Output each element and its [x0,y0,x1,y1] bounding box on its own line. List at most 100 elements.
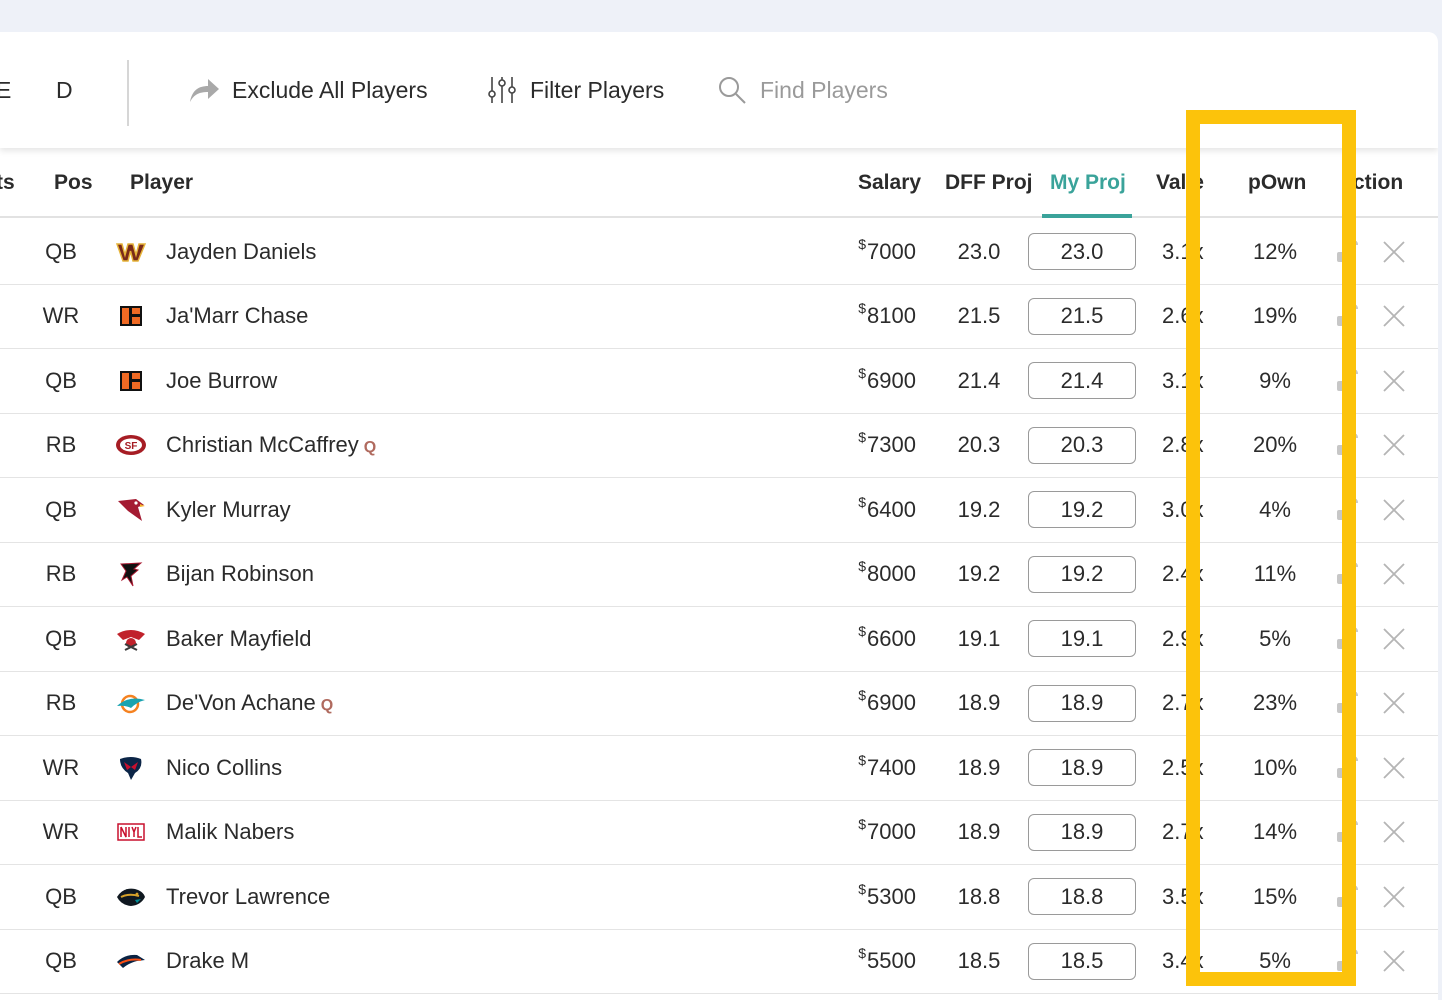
table-row[interactable]: QB Drake M $5500 18.5 18.5 3.4x 5% [0,930,1438,994]
my-projection-input[interactable]: 18.5 [1028,942,1136,980]
player-name-link[interactable]: Kyler Murray [166,478,291,541]
player-name-link[interactable]: De'Von Achane Q [166,672,333,735]
my-projection-input[interactable]: 19.2 [1028,555,1136,593]
lock-icon[interactable] [1336,948,1358,973]
exclude-player-close-icon[interactable] [1382,369,1406,393]
my-projection-input[interactable]: 18.9 [1028,749,1136,786]
exclude-player-close-icon[interactable] [1382,820,1406,844]
exclude-player-close-icon[interactable] [1382,304,1406,328]
my-projection-input[interactable]: 20.3 [1028,426,1136,464]
table-row[interactable]: QB Kyler Murray $6400 19.2 19.2 3.0x 4% [0,478,1438,543]
table-row[interactable]: QB Joe Burrow $6900 21.4 21.4 3.1x 9% [0,349,1438,414]
player-position: RB [45,432,77,457]
lock-icon[interactable] [1336,432,1358,457]
my-projection-input[interactable]: 21.5 [1028,297,1136,335]
position-tab-d[interactable]: D [56,32,73,148]
player-name-link[interactable]: Trevor Lawrence [166,865,330,928]
column-header-salary[interactable]: Salary [858,148,921,218]
projected-ownership: 11% [1253,561,1297,586]
salary-amount: 5300 [867,883,916,909]
row-actions [1336,220,1406,283]
my-projection-input[interactable]: 19.2 [1028,491,1136,528]
player-position: WR [42,754,80,780]
player-value: 3.5x [1162,883,1204,909]
player-name-link[interactable]: Christian McCaffrey Q [166,414,376,477]
exclude-player-close-icon[interactable] [1382,498,1406,522]
projected-ownership: 19% [1252,303,1298,328]
lock-icon[interactable] [1336,303,1358,328]
column-header-pown[interactable]: pOwn [1248,148,1306,218]
table-row[interactable]: RB SF Christian McCaffrey Q $7300 20.3 2… [0,414,1438,478]
table-row[interactable]: QB Baker Mayfield $6600 19.1 19.1 2.9x 5… [0,607,1438,672]
my-projection-cell: 18.9 [1028,736,1136,799]
exclude-player-close-icon[interactable] [1382,433,1406,457]
player-name-link[interactable]: Nico Collins [166,736,282,799]
lock-icon[interactable] [1336,368,1358,393]
column-header-value[interactable]: Val e [1156,148,1204,218]
lock-icon[interactable] [1336,497,1358,522]
player-name: Ja'Marr Chase [166,303,309,328]
dff-projection: 21.4 [957,367,1001,393]
lock-icon[interactable] [1336,819,1358,844]
my-projection-cell: 18.8 [1028,865,1136,928]
player-name-link[interactable]: Joe Burrow [166,349,277,412]
jaguars-logo-icon [114,865,148,928]
exclude-player-close-icon[interactable] [1382,240,1406,264]
player-value: 3.0x [1162,496,1204,522]
player-name: Kyler Murray [166,496,291,522]
player-name-link[interactable]: Bijan Robinson [166,543,314,606]
table-row[interactable]: QB Jayden Daniels $7000 23.0 23.0 3.1x 1… [0,220,1438,285]
player-name-link[interactable]: Baker Mayfield [166,607,312,670]
table-row[interactable]: WR Nico Collins $7400 18.9 18.9 2.5x 10% [0,736,1438,801]
player-toolbar: E D Exclude All Players Filter Players F… [0,32,1438,148]
player-salary: $6900 [820,349,916,412]
my-projection-cell: 19.2 [1028,543,1136,606]
exclude-all-players-button[interactable]: Exclude All Players [188,32,428,148]
toolbar-divider [127,60,129,126]
dff-projection: 21.5 [957,303,1001,328]
column-header-pos[interactable]: Pos [54,148,93,218]
my-projection-input[interactable]: 18.9 [1028,684,1136,722]
my-projection-input[interactable]: 23.0 [1028,233,1136,270]
lock-icon[interactable] [1336,561,1358,586]
column-header-player[interactable]: Player [130,148,193,218]
player-position: QB [45,625,77,651]
player-name-link[interactable]: Jayden Daniels [166,220,316,283]
filter-players-button[interactable]: Filter Players [486,32,664,148]
table-row[interactable]: WR Malik Nabers $7000 18.9 18.9 2.7x 14% [0,801,1438,865]
svg-text:SF: SF [125,441,138,452]
table-row[interactable]: RB De'Von Achane Q $6900 18.9 18.9 2.7x … [0,672,1438,736]
salary-amount: 7000 [867,819,916,844]
my-projection-input[interactable]: 21.4 [1028,362,1136,399]
exclude-player-close-icon[interactable] [1382,627,1406,651]
lock-icon[interactable] [1336,239,1358,264]
player-name-link[interactable]: Drake M [166,930,249,993]
my-projection-input[interactable]: 19.1 [1028,620,1136,657]
exclude-player-close-icon[interactable] [1382,949,1406,973]
table-row[interactable]: WR Ja'Marr Chase $8100 21.5 21.5 2.6x 19… [0,285,1438,349]
find-players-search[interactable]: Find Players [716,32,888,148]
player-salary: $7400 [820,736,916,799]
exclude-player-close-icon[interactable] [1382,756,1406,780]
my-projection-input[interactable]: 18.8 [1028,878,1136,915]
column-header-my-proj[interactable]: My Proj [1050,148,1126,218]
exclude-player-close-icon[interactable] [1382,885,1406,909]
player-name-link[interactable]: Ja'Marr Chase [166,285,308,348]
giants-logo-icon [114,801,148,864]
player-value: 2.6x [1162,303,1204,328]
column-header-dff-proj[interactable]: DFF Proj [945,148,1033,218]
lock-icon[interactable] [1336,626,1358,651]
lock-icon[interactable] [1336,884,1358,909]
salary-amount: 6600 [867,625,916,651]
lock-icon[interactable] [1336,755,1358,780]
position-tab-e[interactable]: E [0,32,11,148]
table-row[interactable]: RB Bijan Robinson $8000 19.2 19.2 2.4x 1… [0,543,1438,607]
exclude-player-close-icon[interactable] [1382,562,1406,586]
exclude-player-close-icon[interactable] [1382,691,1406,715]
player-name-link[interactable]: Malik Nabers [166,801,294,864]
lock-icon[interactable] [1336,690,1358,715]
table-row[interactable]: QB Trevor Lawrence $5300 18.8 18.8 3.5x … [0,865,1438,930]
column-header-points[interactable]: ts [0,148,15,218]
player-salary: $8000 [820,543,916,606]
my-projection-input[interactable]: 18.9 [1028,813,1136,851]
